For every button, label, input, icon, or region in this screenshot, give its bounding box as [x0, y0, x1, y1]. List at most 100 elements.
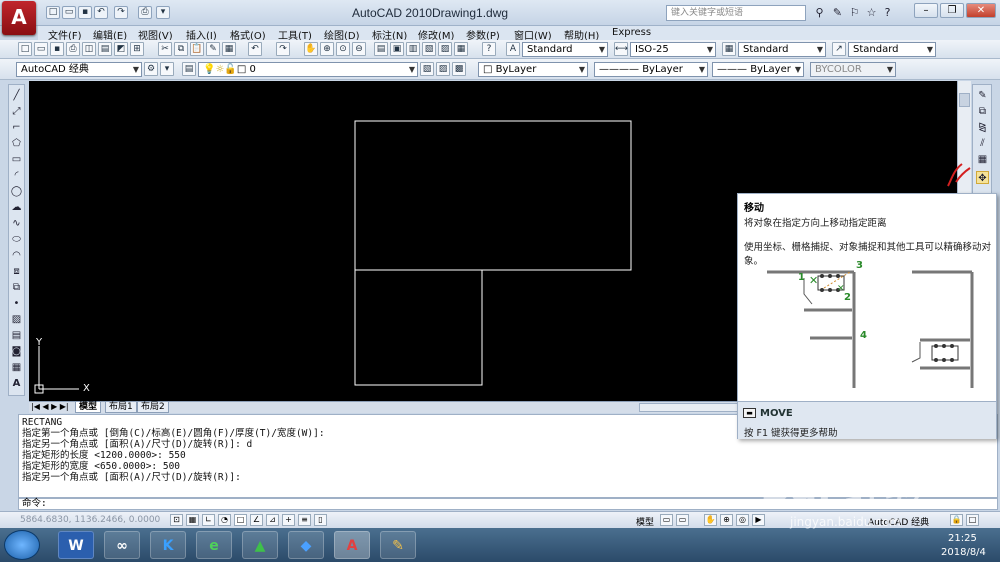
plot-icon[interactable]: ⎙ [66, 42, 80, 56]
subscription-icon[interactable]: ✎ [830, 5, 845, 20]
lock-toolbars-icon[interactable]: 🔒 [950, 514, 963, 526]
text-style-select[interactable]: Standard ▼ [522, 42, 608, 57]
circle-icon[interactable]: ◯ [10, 185, 23, 198]
multiline-text-icon[interactable]: A [10, 377, 23, 390]
zoom-status-icon[interactable]: ⊕ [720, 514, 733, 526]
qa-undo-icon[interactable]: ↶ [94, 6, 108, 19]
make-current-layer-icon[interactable]: ▧ [420, 62, 434, 76]
table-style-select[interactable]: Standard ▼ [738, 42, 826, 57]
k-app-icon[interactable]: K [150, 531, 186, 559]
plotstyle-select[interactable]: BYCOLOR ▼ [810, 62, 896, 77]
quick-view-layouts-icon[interactable]: ▭ [660, 514, 673, 526]
redo-icon[interactable]: ↷ [276, 42, 290, 56]
dynamic-input-icon[interactable]: + [282, 514, 295, 526]
sheet-set-icon[interactable]: ▧ [422, 42, 436, 56]
layer-state-icon[interactable]: ▩ [452, 62, 466, 76]
steering-wheel-icon[interactable]: ◎ [736, 514, 749, 526]
pan-status-icon[interactable]: ✋ [704, 514, 717, 526]
workspace-settings-icon[interactable]: ⚙ [144, 62, 158, 76]
word-app-icon[interactable]: W [58, 531, 94, 559]
minimize-button[interactable]: – [914, 3, 938, 18]
lineweight-select[interactable]: ——— ByLayer ▼ [712, 62, 804, 77]
ortho-mode-icon[interactable]: ∟ [202, 514, 215, 526]
region-icon[interactable]: ◙ [10, 345, 23, 358]
zoom-window-icon[interactable]: ⊙ [336, 42, 350, 56]
linetype-select[interactable]: ———— ByLayer ▼ [594, 62, 708, 77]
start-button[interactable] [4, 530, 40, 560]
rectangle-small[interactable] [354, 269, 483, 386]
tab-layout2[interactable]: 布局2 [137, 402, 169, 413]
block-editor-icon[interactable]: ▦ [222, 42, 236, 56]
lineweight-icon[interactable]: ≡ [298, 514, 311, 526]
green-app-icon[interactable]: ▲ [242, 531, 278, 559]
dim-style-icon[interactable]: ⟷ [614, 42, 628, 56]
copy-icon[interactable]: ⧉ [174, 42, 188, 56]
polar-tracking-icon[interactable]: ◔ [218, 514, 231, 526]
qa-new-icon[interactable]: □ [46, 6, 60, 19]
move-icon[interactable]: ✥ [976, 171, 989, 184]
browser-icon[interactable]: e [196, 531, 232, 559]
clean-screen-icon[interactable]: □ [966, 514, 979, 526]
paste-icon[interactable]: 📋 [190, 42, 204, 56]
communication-icon[interactable]: ⚐ [847, 5, 862, 20]
spline-icon[interactable]: ∿ [10, 217, 23, 230]
publish-icon[interactable]: ▤ [98, 42, 112, 56]
dim-style-select[interactable]: ISO-25 ▼ [630, 42, 716, 57]
color-select[interactable]: □ ByLayer ▼ [478, 62, 588, 77]
multileader-style-icon[interactable]: ↗ [832, 42, 846, 56]
properties-icon[interactable]: ▤ [374, 42, 388, 56]
markup-icon[interactable]: ▨ [438, 42, 452, 56]
snap-mode-icon[interactable]: ⊡ [170, 514, 183, 526]
quick-view-drawings-icon[interactable]: ▭ [676, 514, 689, 526]
insert-block-icon[interactable]: ⧈ [10, 265, 23, 278]
tab-layout1[interactable]: 布局1 [105, 402, 137, 413]
line-icon[interactable]: ╱ [10, 89, 23, 102]
layer-previous-icon[interactable]: ▨ [436, 62, 450, 76]
qa-plot-icon[interactable]: ⎙ [138, 6, 152, 19]
match-icon[interactable]: ⊞ [130, 42, 144, 56]
help-search-input[interactable]: 键入关键字或短语 [666, 5, 806, 21]
table-style-icon[interactable]: ▦ [722, 42, 736, 56]
mirror-icon[interactable]: ⧎ [976, 121, 989, 134]
ellipse-icon[interactable]: ⬭ [10, 233, 23, 246]
dynamic-ucs-icon[interactable]: ⊿ [266, 514, 279, 526]
array-icon[interactable]: ▦ [976, 153, 989, 166]
zoom-realtime-icon[interactable]: ⊕ [320, 42, 334, 56]
qa-dropdown-icon[interactable]: ▾ [156, 6, 170, 19]
hatch-icon[interactable]: ▨ [10, 313, 23, 326]
rectangle-large[interactable] [354, 120, 632, 271]
erase-icon[interactable]: ✎ [976, 89, 989, 102]
quickcalc-icon[interactable]: ▦ [454, 42, 468, 56]
restore-button[interactable]: ❐ [940, 3, 964, 18]
application-menu-button[interactable]: A [2, 1, 36, 35]
arc-icon[interactable]: ◜ [10, 169, 23, 182]
help-toolbar-icon[interactable]: ? [482, 42, 496, 56]
tool-palettes-icon[interactable]: ▥ [406, 42, 420, 56]
autocad-taskbar-icon[interactable]: A [334, 531, 370, 559]
multileader-style-select[interactable]: Standard ▼ [848, 42, 936, 57]
cut-icon[interactable]: ✂ [158, 42, 172, 56]
baidu-cloud-icon[interactable]: ∞ [104, 531, 140, 559]
offset-icon[interactable]: ⫽ [976, 137, 989, 150]
grid-display-icon[interactable]: ▦ [186, 514, 199, 526]
scroll-thumb[interactable] [959, 93, 970, 107]
point-icon[interactable]: • [10, 297, 23, 310]
qa-save-icon[interactable]: ▪ [78, 6, 92, 19]
clock-date[interactable]: 2018/8/4 [941, 547, 986, 558]
match-properties-icon[interactable]: ✎ [206, 42, 220, 56]
workspace-select[interactable]: AutoCAD 经典 ▼ [16, 62, 142, 77]
layer-properties-icon[interactable]: ▤ [182, 62, 196, 76]
plot-preview-icon[interactable]: ◫ [82, 42, 96, 56]
object-snap-icon[interactable]: □ [234, 514, 247, 526]
tab-model[interactable]: 模型 [75, 402, 102, 413]
quick-properties-icon[interactable]: ▯ [314, 514, 327, 526]
menu-express[interactable]: Express [612, 27, 651, 38]
gradient-icon[interactable]: ▤ [10, 329, 23, 342]
showmotion-icon[interactable]: ▶ [752, 514, 765, 526]
search-binoculars-icon[interactable]: ⚲ [812, 5, 827, 20]
copy-object-icon[interactable]: ⧉ [976, 105, 989, 118]
undo-icon[interactable]: ↶ [248, 42, 262, 56]
close-button[interactable]: ✕ [966, 3, 996, 18]
pan-icon[interactable]: ✋ [304, 42, 318, 56]
help-icon[interactable]: ? [880, 5, 895, 20]
